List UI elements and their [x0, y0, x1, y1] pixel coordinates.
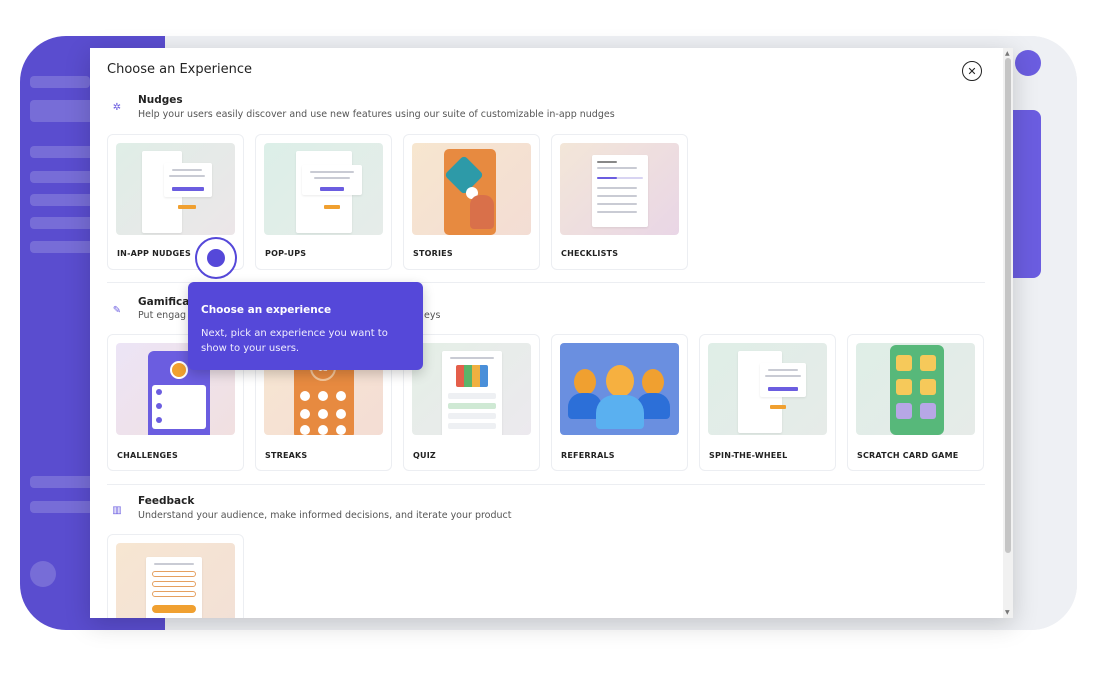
feedback-section-title: Feedback	[138, 495, 195, 507]
referrals-thumbnail	[560, 343, 679, 435]
section-divider	[107, 484, 985, 485]
magic-wand-icon: ✎	[112, 304, 122, 316]
card-scratch-card-game[interactable]: SCRATCH CARD GAME	[847, 334, 984, 471]
tooltip-body: Next, pick an experience you want to sho…	[201, 328, 388, 354]
tour-hotspot[interactable]	[195, 237, 237, 279]
close-icon[interactable]: ✕	[962, 61, 982, 81]
card-label: STORIES	[413, 249, 453, 258]
card-label: STREAKS	[265, 451, 308, 460]
onboarding-tooltip: Choose an experience Next, pick an exper…	[188, 282, 423, 370]
in-app-nudges-thumbnail	[116, 143, 235, 235]
modal-title: Choose an Experience	[107, 62, 252, 77]
feedback-section-description: Understand your audience, make informed …	[138, 510, 512, 521]
bar-chart-icon: ▥	[112, 504, 122, 516]
stories-thumbnail	[412, 143, 531, 235]
card-quiz[interactable]: QUIZ	[403, 334, 540, 471]
card-label: REFERRALS	[561, 451, 615, 460]
card-label: CHECKLISTS	[561, 249, 619, 258]
gamification-description-end: eys	[424, 310, 441, 321]
card-referrals[interactable]: REFERRALS	[551, 334, 688, 471]
card-pop-ups[interactable]: POP-UPS	[255, 134, 392, 270]
card-spin-the-wheel[interactable]: SPIN-THE-WHEEL	[699, 334, 836, 471]
gamification-section-title: Gamifica	[138, 296, 190, 308]
card-label: POP-UPS	[265, 249, 307, 258]
card-stories[interactable]: STORIES	[403, 134, 540, 270]
tooltip-title: Choose an experience	[201, 304, 332, 316]
card-feedback[interactable]	[107, 534, 244, 618]
card-label: IN-APP NUDGES	[117, 249, 191, 258]
scratch-card-game-thumbnail	[856, 343, 975, 435]
blurred-avatar	[1015, 50, 1041, 76]
card-label: SCRATCH CARD GAME	[857, 451, 959, 460]
checklists-thumbnail	[560, 143, 679, 235]
feedback-thumbnail	[116, 543, 235, 618]
pop-ups-thumbnail	[264, 143, 383, 235]
card-checklists[interactable]: CHECKLISTS	[551, 134, 688, 270]
nudges-section-description: Help your users easily discover and use …	[138, 109, 615, 120]
sparkle-icon: ✲	[112, 101, 122, 113]
nudges-section-title: Nudges	[138, 94, 183, 106]
card-label: CHALLENGES	[117, 451, 178, 460]
card-label: QUIZ	[413, 451, 436, 460]
card-label: SPIN-THE-WHEEL	[709, 451, 788, 460]
modal-scrollbar[interactable]: ▲ ▼	[1003, 48, 1013, 618]
spin-the-wheel-thumbnail	[708, 343, 827, 435]
gamification-description-start: Put engag	[138, 310, 187, 321]
quiz-thumbnail	[412, 343, 531, 435]
